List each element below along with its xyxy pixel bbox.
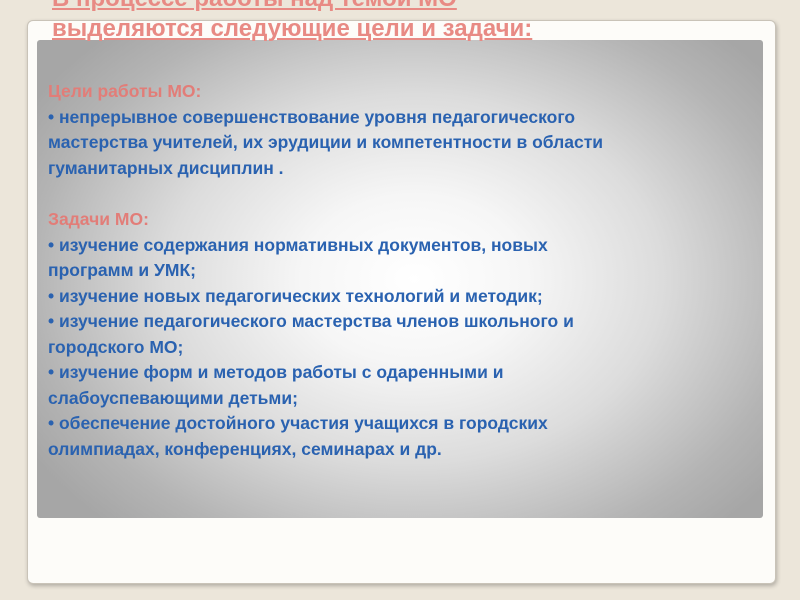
slide-title-line-2: выделяются следующие цели и задачи: [52,15,533,42]
tasks-line-5: городского МО; [48,336,184,357]
tasks-heading: Задачи МО: [48,209,149,229]
goals-line-3: гуманитарных дисциплин . [48,157,284,178]
tasks-line-3: • изучение новых педагогических технолог… [48,285,543,306]
tasks-line-8: • обеспечение достойного участия учащихс… [48,413,548,433]
goals-line-2: мастерства учителей, их эрудиции и компе… [48,132,604,152]
slide-title: В процессе работы над темой МО выделяютс… [52,0,752,44]
goals-heading: Цели работы МО: [48,81,202,101]
tasks-line-4: • изучение педагогического мастерства чл… [48,311,574,331]
tasks-line-2: программ и УМК; [48,260,197,280]
slide-title-line-1: В процессе работы над темой МО [52,0,752,14]
tasks-line-7: слабоуспевающими детьми; [48,387,298,408]
tasks-line-6: • изучение форм и методов работы с одаре… [48,362,504,382]
body-text: Цели работы МО: • непрерывное совершенст… [48,79,760,462]
goals-line-1: • непрерывное совершенствование уровня п… [48,106,576,127]
tasks-line-1: • изучение содержания нормативных докуме… [48,234,548,255]
tasks-line-9: олимпиадах, конференциях, семинарах и др… [48,438,442,459]
